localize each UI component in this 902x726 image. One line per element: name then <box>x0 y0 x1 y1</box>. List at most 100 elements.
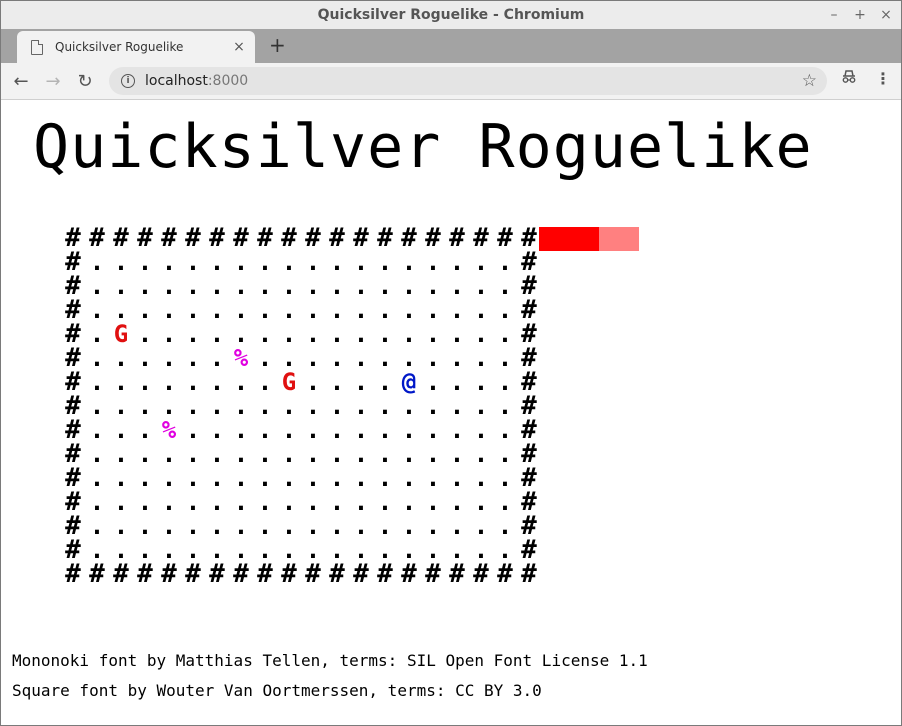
floor-tile: . <box>449 440 465 468</box>
wall-tile: # <box>353 223 369 253</box>
url-host: localhost <box>145 73 208 89</box>
health-bar-fill <box>539 227 599 251</box>
floor-tile: . <box>473 464 489 492</box>
floor-tile: . <box>497 488 513 516</box>
menu-icon[interactable]: ⋮ <box>875 69 891 88</box>
floor-tile: . <box>425 392 441 420</box>
url-port: :8000 <box>207 73 249 89</box>
floor-tile: . <box>185 320 201 348</box>
floor-tile: . <box>113 344 129 372</box>
wall-tile: # <box>257 559 273 589</box>
floor-tile: . <box>473 248 489 276</box>
map-row: #.................. # <box>61 272 541 300</box>
floor-tile: . <box>233 296 249 324</box>
floor-tile: . <box>473 320 489 348</box>
incognito-icon[interactable] <box>841 69 857 88</box>
reload-button[interactable]: ↻ <box>73 69 97 93</box>
minimize-button[interactable]: – <box>827 8 841 22</box>
floor-tile: . <box>209 488 225 516</box>
floor-tile: . <box>257 296 273 324</box>
floor-tile: . <box>113 464 129 492</box>
close-window-button[interactable]: × <box>879 8 893 22</box>
floor-tile: . <box>353 440 369 468</box>
bookmark-star-icon[interactable]: ☆ <box>802 71 817 91</box>
browser-toolbar: ← → ↻ i localhost:8000 ☆ ⋮ <box>1 63 901 100</box>
floor-tile: . <box>401 320 417 348</box>
floor-tile: . <box>281 248 297 276</box>
floor-tile: . <box>89 248 105 276</box>
map-row: #.................. # <box>61 537 541 563</box>
floor-tile: . <box>497 464 513 492</box>
wall-tile: # <box>281 223 297 253</box>
floor-tile: . <box>329 488 345 516</box>
floor-tile: . <box>233 392 249 420</box>
wall-tile: # <box>233 559 249 589</box>
floor-tile: . <box>233 416 249 444</box>
floor-tile: . <box>89 320 105 348</box>
info-icon[interactable]: i <box>121 74 135 88</box>
floor-tile: . <box>257 248 273 276</box>
wall-tile: # <box>185 559 201 589</box>
wall-tile: # <box>329 223 345 253</box>
maximize-button[interactable]: + <box>853 8 867 22</box>
floor-tile: . <box>185 344 201 372</box>
floor-tile: . <box>137 320 153 348</box>
floor-tile: . <box>281 320 297 348</box>
floor-tile: . <box>473 512 489 540</box>
floor-tile: . <box>449 272 465 300</box>
tab-quicksilver-roguelike[interactable]: Quicksilver Roguelike × <box>17 31 255 63</box>
floor-tile: . <box>401 344 417 372</box>
floor-tile: . <box>113 416 129 444</box>
floor-tile: . <box>89 464 105 492</box>
floor-tile: . <box>425 464 441 492</box>
forward-button[interactable]: → <box>41 69 65 93</box>
floor-tile: . <box>497 392 513 420</box>
floor-tile: . <box>449 512 465 540</box>
floor-tile: . <box>497 344 513 372</box>
window-title: Quicksilver Roguelike - Chromium <box>317 7 585 23</box>
floor-tile: . <box>257 512 273 540</box>
floor-tile: . <box>161 464 177 492</box>
wall-tile: # <box>257 223 273 253</box>
wall-tile: # <box>305 223 321 253</box>
map-row: #......%........... # <box>61 344 541 372</box>
floor-tile: . <box>425 248 441 276</box>
floor-tile: . <box>353 272 369 300</box>
floor-tile: . <box>233 440 249 468</box>
floor-tile: . <box>257 416 273 444</box>
floor-tile: . <box>353 512 369 540</box>
floor-tile: . <box>89 272 105 300</box>
floor-tile: . <box>209 440 225 468</box>
floor-tile: . <box>425 440 441 468</box>
floor-tile: . <box>497 320 513 348</box>
floor-tile: . <box>473 368 489 396</box>
floor-tile: . <box>425 272 441 300</box>
new-tab-button[interactable]: + <box>269 33 286 57</box>
address-bar[interactable]: i localhost:8000 ☆ <box>109 67 827 95</box>
floor-tile: . <box>401 416 417 444</box>
floor-tile: . <box>497 368 513 396</box>
floor-tile: . <box>401 272 417 300</box>
tab-strip: Quicksilver Roguelike × + <box>1 29 901 63</box>
floor-tile: . <box>497 296 513 324</box>
back-button[interactable]: ← <box>9 69 33 93</box>
floor-tile: . <box>329 440 345 468</box>
wall-tile: # <box>521 559 537 589</box>
floor-tile: . <box>185 512 201 540</box>
game-map[interactable]: # # # # # # # # # # # # # # # # # # # # #.................. #… <box>61 223 541 589</box>
floor-tile: . <box>161 248 177 276</box>
page-content: Quicksilver Roguelike # # # # # # # # # # # # # # # # # #… <box>1 100 901 725</box>
floor-tile: . <box>209 296 225 324</box>
floor-tile: . <box>257 272 273 300</box>
floor-tile: . <box>113 296 129 324</box>
wall-tile: # <box>305 559 321 589</box>
floor-tile: . <box>233 368 249 396</box>
wall-tile: # <box>329 559 345 589</box>
item-entity: % <box>161 416 177 444</box>
floor-tile: . <box>353 392 369 420</box>
floor-tile: . <box>473 296 489 324</box>
floor-tile: . <box>161 344 177 372</box>
floor-tile: . <box>161 440 177 468</box>
browser-window: Quicksilver Roguelike - Chromium – + × Q… <box>0 0 902 726</box>
tab-close-button[interactable]: × <box>231 39 247 55</box>
